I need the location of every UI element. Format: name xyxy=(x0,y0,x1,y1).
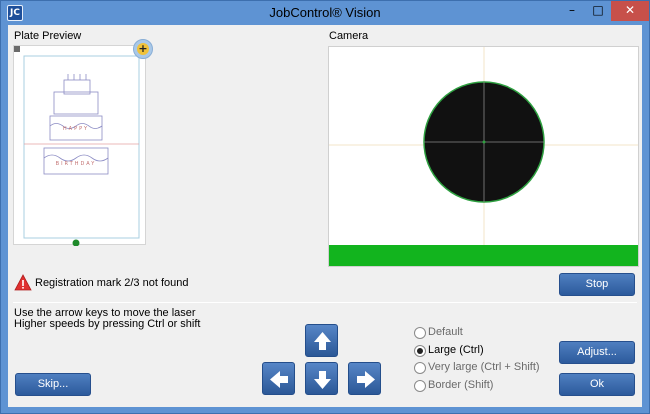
status-message: Registration mark 2/3 not found xyxy=(35,277,189,289)
radio-large[interactable] xyxy=(414,345,426,357)
move-right-button[interactable] xyxy=(348,362,381,395)
vision-window: JC JobControl® Vision – □ ✕ Plate Previe… xyxy=(0,0,650,414)
radio-very-large[interactable] xyxy=(414,362,426,374)
camera-label: Camera xyxy=(329,30,369,42)
divider xyxy=(13,302,637,303)
warning-icon xyxy=(14,274,32,291)
stop-button[interactable]: Stop xyxy=(559,273,635,296)
camera-crosshair xyxy=(329,47,638,246)
camera-view xyxy=(328,46,639,267)
minimize-button[interactable]: – xyxy=(559,1,585,21)
zoom-plate-button[interactable]: + xyxy=(133,39,153,59)
arrow-left-icon xyxy=(270,371,288,388)
window-title: JobControl® Vision xyxy=(269,5,381,20)
camera-status-bar xyxy=(329,245,638,266)
move-left-button[interactable] xyxy=(262,362,295,395)
instruction-line-2: Higher speeds by pressing Ctrl or shift xyxy=(14,318,201,330)
title-bar[interactable]: JC JobControl® Vision – □ ✕ xyxy=(1,1,649,25)
plus-icon: + xyxy=(137,42,149,55)
radio-default[interactable] xyxy=(414,327,426,339)
step-option-label: Border (Shift) xyxy=(428,379,494,391)
close-button[interactable]: ✕ xyxy=(611,1,649,21)
move-up-button[interactable] xyxy=(305,324,338,357)
maximize-button[interactable]: □ xyxy=(585,1,611,21)
arrow-up-icon xyxy=(314,332,331,350)
cake-top-text: HAPPY xyxy=(63,126,89,132)
step-option-label: Large (Ctrl) xyxy=(428,344,484,356)
plate-preview-drawing: HAPPY BIRTHDAY xyxy=(14,46,140,246)
cake-bottom-text: BIRTHDAY xyxy=(56,161,97,167)
radio-border[interactable] xyxy=(414,380,426,392)
adjust-button[interactable]: Adjust... xyxy=(559,341,635,364)
arrow-down-icon xyxy=(314,371,331,389)
plate-preview-label: Plate Preview xyxy=(14,30,82,42)
skip-button[interactable]: Skip... xyxy=(15,373,91,396)
ok-button[interactable]: Ok xyxy=(559,373,635,396)
step-option-label: Very large (Ctrl + Shift) xyxy=(428,361,540,373)
dialog-body: Plate Preview HAPPY BIRTHDAY + Camera Re… xyxy=(8,25,642,407)
move-down-button[interactable] xyxy=(305,362,338,395)
step-option-label: Default xyxy=(428,326,463,338)
arrow-right-icon xyxy=(357,371,375,388)
plate-preview[interactable]: HAPPY BIRTHDAY xyxy=(13,45,146,246)
